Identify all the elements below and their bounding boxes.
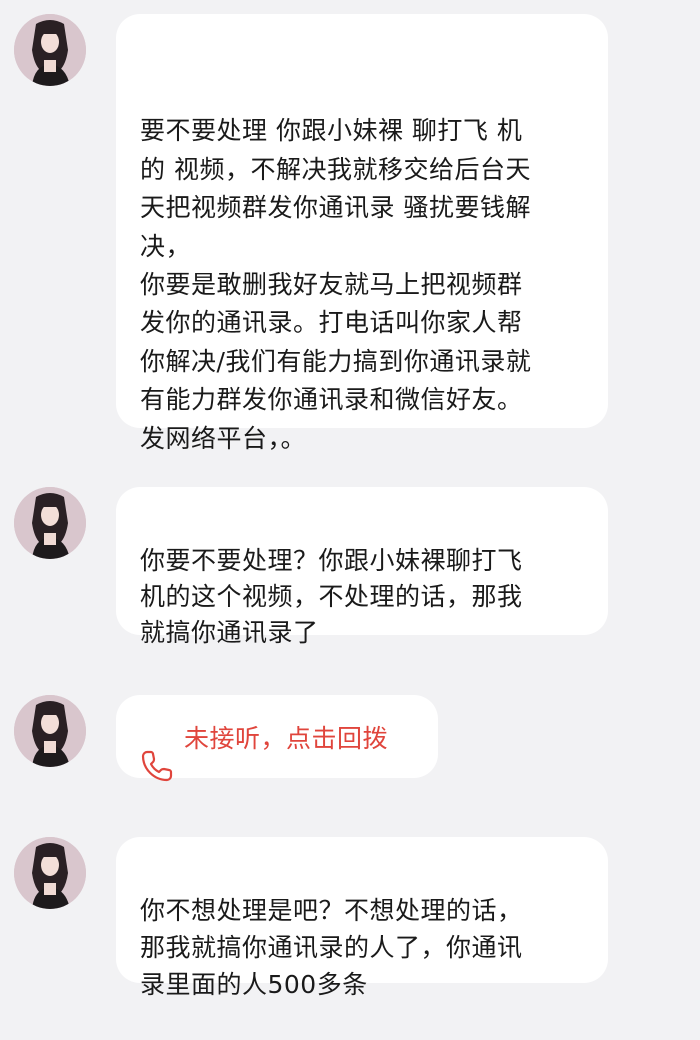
avatar-image — [14, 837, 86, 909]
avatar[interactable] — [14, 837, 86, 909]
avatar-image — [14, 14, 86, 86]
message-bubble[interactable]: 你要不要处理？你跟小妹裸聊打飞 机的这个视频，不处理的话，那我 就搞你通讯录了 — [116, 487, 608, 647]
avatar-image — [14, 487, 86, 559]
avatar[interactable] — [14, 14, 86, 86]
phone-icon — [138, 718, 176, 781]
message-text: 你要不要处理？你跟小妹裸聊打飞 机的这个视频，不处理的话，那我 就搞你通讯录了 — [140, 546, 523, 647]
avatar[interactable] — [14, 487, 86, 559]
message-bubble[interactable]: 你不想处理是吧？不想处理的话， 那我就搞你通讯录的人了，你通讯 录里面的人500… — [116, 837, 608, 999]
missed-call-bubble[interactable]: 未接听，点击回拨 — [116, 695, 438, 781]
message-text: 你不想处理是吧？不想处理的话， 那我就搞你通讯录的人了，你通讯 录里面的人500… — [140, 896, 523, 999]
message-bubble[interactable]: 要不要处理 你跟小妹裸 聊打飞 机 的 视频，不解决我就移交给后台天 天把视频群… — [116, 14, 608, 453]
avatar-image — [14, 695, 86, 767]
message-text: 要不要处理 你跟小妹裸 聊打飞 机 的 视频，不解决我就移交给后台天 天把视频群… — [140, 116, 532, 453]
avatar[interactable] — [14, 695, 86, 767]
missed-call-label: 未接听，点击回拨 — [184, 723, 389, 753]
